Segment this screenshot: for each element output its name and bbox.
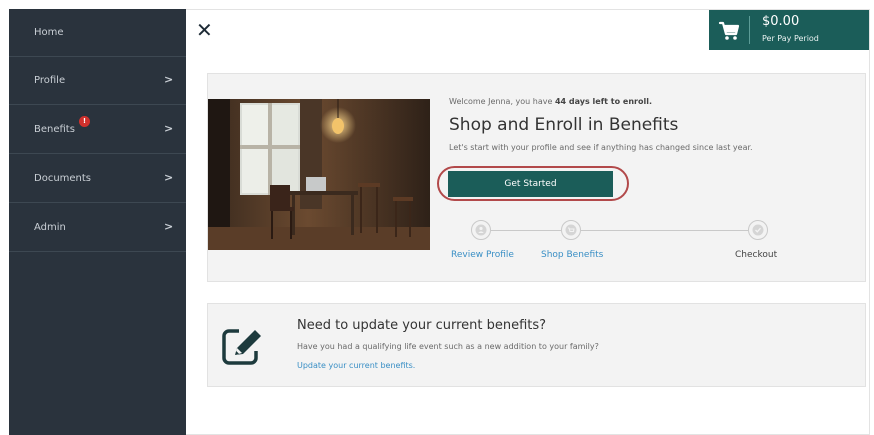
step-checkout: Checkout (735, 250, 778, 260)
welcome-message: Welcome Jenna, you have 44 days left to … (449, 97, 652, 106)
update-card-title: Need to update your current benefits? (297, 318, 547, 333)
divider (749, 16, 750, 44)
sidebar-item-documents[interactable]: Documents > (9, 155, 186, 203)
sidebar-item-label: Profile (34, 75, 66, 86)
close-icon[interactable]: ✕ (196, 20, 213, 40)
sidebar-item-benefits[interactable]: Benefits ! > (9, 106, 186, 154)
cart-total: $0.00 (762, 14, 800, 29)
hero-subtitle: Let's start with your profile and see if… (449, 143, 753, 152)
edit-icon (221, 325, 267, 369)
sidebar-item-label: Home (34, 27, 64, 38)
sidebar-item-label: Admin (34, 222, 66, 233)
chevron-right-icon: > (164, 73, 174, 86)
chevron-right-icon: > (164, 220, 174, 233)
progress-connector (581, 230, 748, 231)
page-title: Shop and Enroll in Benefits (449, 115, 679, 135)
checkmark-icon[interactable] (748, 220, 768, 240)
step-review-profile[interactable]: Review Profile (451, 250, 514, 260)
sidebar-item-label: Benefits (34, 124, 75, 135)
chevron-right-icon: > (164, 171, 174, 184)
progress-connector (491, 230, 561, 231)
welcome-prefix: Welcome Jenna, you have (449, 97, 555, 106)
alert-badge: ! (79, 116, 90, 127)
sidebar-item-admin[interactable]: Admin > (9, 204, 186, 252)
chevron-right-icon: > (164, 122, 174, 135)
cart-icon[interactable] (561, 220, 581, 240)
days-left: 44 days left to enroll. (554, 97, 652, 106)
cart-summary-button[interactable]: $0.00 Per Pay Period (709, 10, 869, 50)
cart-period-label: Per Pay Period (762, 34, 819, 43)
hero-photo (208, 99, 430, 250)
sidebar-item-label: Documents (34, 173, 92, 184)
sidebar-item-home[interactable]: Home (9, 9, 186, 57)
sidebar-item-profile[interactable]: Profile > (9, 57, 186, 105)
cart-icon (709, 10, 749, 50)
sidebar: Home Profile > Benefits ! > Documents > … (9, 9, 186, 435)
person-icon[interactable] (471, 220, 491, 240)
update-benefits-link[interactable]: Update your current benefits. (297, 361, 415, 370)
get-started-button[interactable]: Get Started (448, 171, 613, 197)
update-card-subtitle: Have you had a qualifying life event suc… (297, 342, 599, 351)
step-shop-benefits[interactable]: Shop Benefits (541, 250, 603, 260)
